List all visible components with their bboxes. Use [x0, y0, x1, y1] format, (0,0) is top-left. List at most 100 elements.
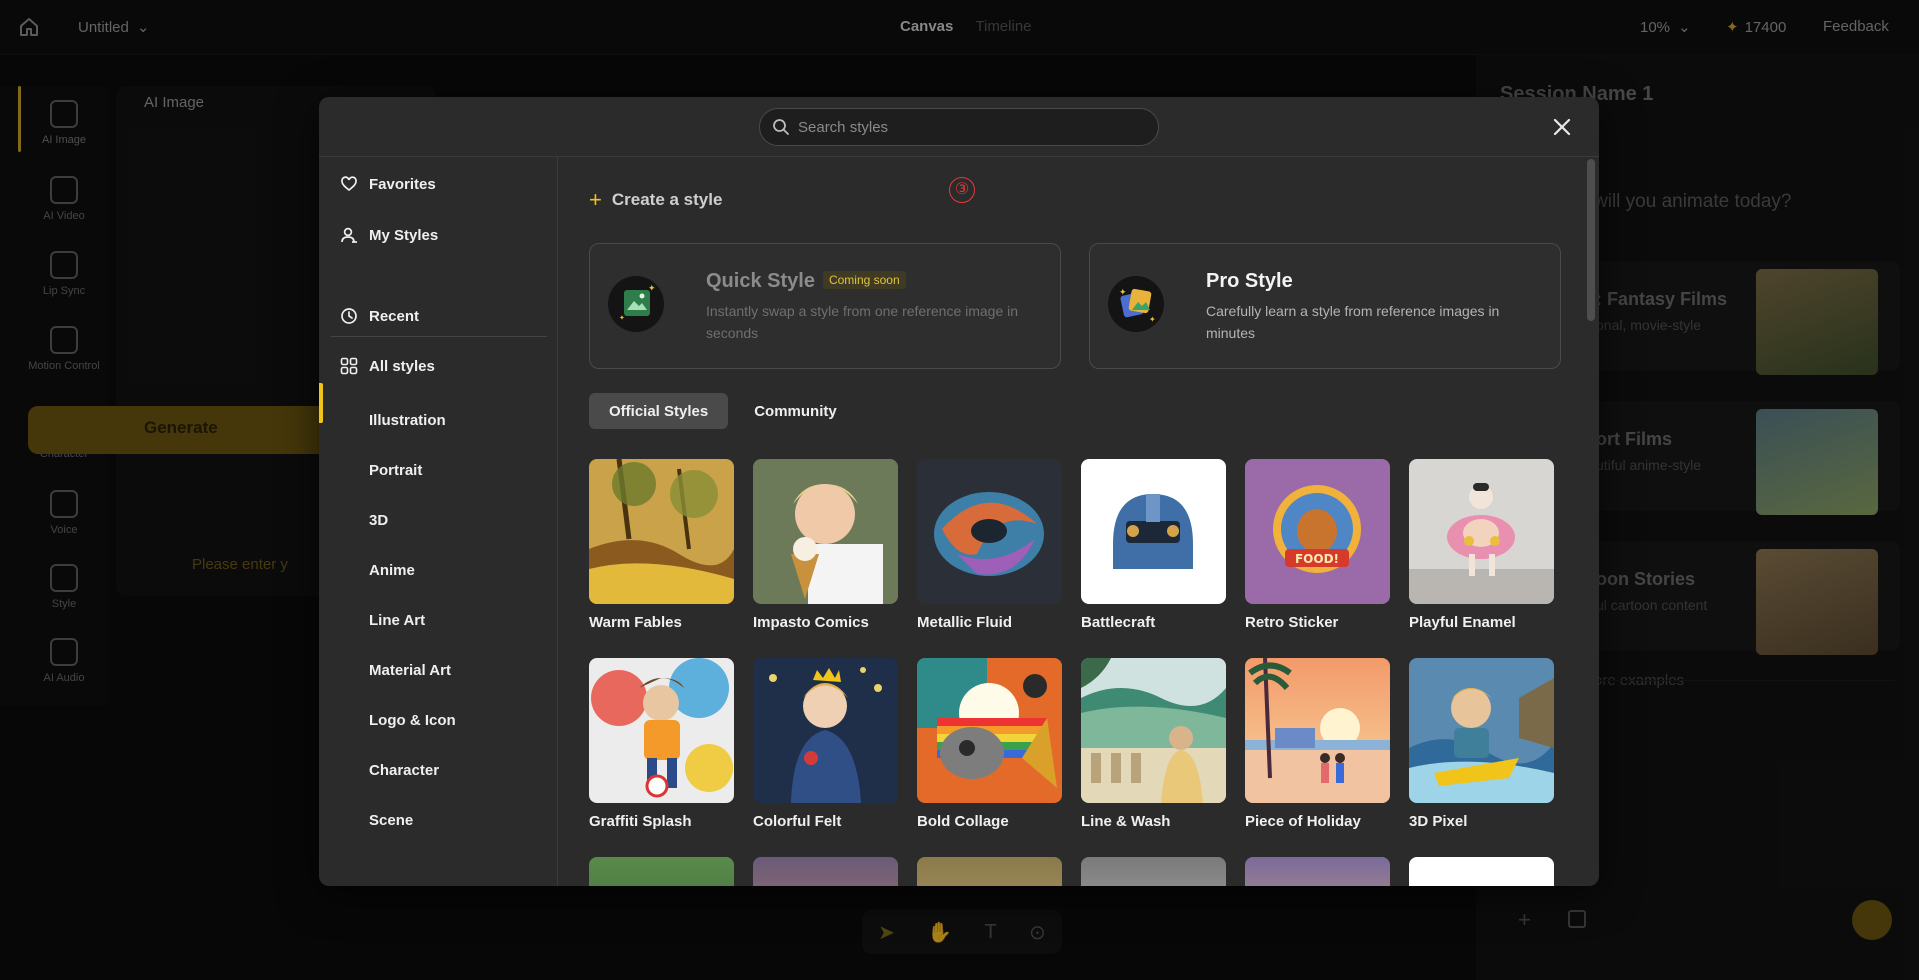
style-thumbnail [1245, 857, 1390, 886]
modal-scrollbar[interactable] [1587, 159, 1595, 321]
style-thumbnail [1409, 459, 1554, 604]
step-annotation: ③ [949, 177, 975, 203]
style-thumbnail [1081, 857, 1226, 886]
style-thumbnail [589, 658, 734, 803]
style-name: Graffiti Splash [589, 813, 692, 830]
style-source-tabs: Official Styles Community [589, 393, 857, 429]
user-icon [339, 225, 359, 245]
style-tile-graffiti-splash[interactable]: Graffiti Splash [589, 658, 734, 830]
style-thumbnail [589, 857, 734, 886]
style-thumbnail [1409, 658, 1554, 803]
pro-style-description: Carefully learn a style from reference i… [1206, 303, 1500, 341]
style-name: Colorful Felt [753, 813, 842, 830]
style-tile-retro-sticker[interactable]: FOOD! Retro Sticker [1245, 459, 1390, 631]
style-tile-3d-pixel[interactable]: 3D Pixel [1409, 658, 1554, 830]
sidebar-label: Favorites [369, 175, 436, 193]
style-tile[interactable] [1245, 857, 1390, 886]
style-tile-battlecraft[interactable]: Battlecraft [1081, 459, 1226, 631]
sidebar-item-all-styles[interactable]: All styles [339, 351, 435, 381]
clock-icon [339, 306, 359, 326]
search-input[interactable] [798, 118, 1128, 136]
tab-community[interactable]: Community [734, 393, 857, 429]
style-thumbnail [753, 857, 898, 886]
style-thumbnail [1409, 857, 1554, 886]
close-icon[interactable] [1549, 114, 1575, 140]
style-name: Impasto Comics [753, 614, 869, 631]
create-style-label: Create a style [611, 190, 723, 209]
style-name: Warm Fables [589, 614, 682, 631]
search-box[interactable] [759, 108, 1159, 146]
style-tile-warm-fables[interactable]: Warm Fables [589, 459, 734, 631]
style-tile[interactable] [1409, 857, 1554, 886]
sidebar-item-scene[interactable]: Scene [369, 812, 413, 829]
svg-text:FOOD!: FOOD! [1295, 552, 1339, 566]
style-tile-metallic-fluid[interactable]: Metallic Fluid [917, 459, 1062, 631]
style-name: Metallic Fluid [917, 614, 1013, 631]
style-name: Piece of Holiday [1245, 813, 1361, 830]
sidebar-item-logo-icon[interactable]: Logo & Icon [369, 712, 456, 729]
style-name: 3D Pixel [1409, 813, 1468, 830]
style-thumbnail [917, 658, 1062, 803]
plus-icon: + [589, 187, 602, 212]
sidebar-item-line-art[interactable]: Line Art [369, 612, 425, 629]
style-thumbnail [753, 459, 898, 604]
style-name: Bold Collage [917, 813, 1009, 830]
style-tile[interactable] [1081, 857, 1226, 886]
quick-style-card[interactable]: ✦ ✦ Quick Style Coming soon Instantly swa… [589, 243, 1061, 369]
style-thumbnail [753, 658, 898, 803]
search-icon [773, 119, 789, 135]
heart-icon [339, 174, 359, 194]
style-tile-colorful-felt[interactable]: Colorful Felt [753, 658, 898, 830]
svg-text:✦: ✦ [1119, 288, 1127, 298]
style-thumbnail: FOOD! [1245, 459, 1390, 604]
style-sidebar: Favorites My Styles Recent All styles Il… [319, 157, 558, 886]
quick-style-description: Instantly swap a style from one referenc… [706, 303, 1019, 341]
sidebar-item-3d[interactable]: 3D [369, 512, 388, 529]
style-name: Line & Wash [1081, 813, 1171, 830]
style-tile[interactable] [589, 857, 734, 886]
pro-style-title: Pro Style [1206, 270, 1293, 292]
sidebar-label: My Styles [369, 226, 439, 244]
style-name: Playful Enamel [1409, 614, 1516, 631]
sidebar-item-material-art[interactable]: Material Art [369, 662, 451, 679]
sidebar-item-my-styles[interactable]: My Styles [339, 220, 438, 250]
quick-style-title-text: Quick Style [706, 270, 815, 292]
style-tile[interactable] [753, 857, 898, 886]
sidebar-divider [331, 336, 547, 337]
modal-header [319, 97, 1599, 157]
sidebar-item-illustration[interactable]: Illustration [369, 412, 446, 429]
quick-style-icon: ✦ ✦ [608, 276, 664, 332]
create-style-button[interactable]: + Create a style [589, 187, 722, 213]
sidebar-active-indicator [319, 383, 323, 423]
style-thumbnail [917, 459, 1062, 604]
style-thumbnail [917, 857, 1062, 886]
style-tile-line-wash[interactable]: Line & Wash [1081, 658, 1226, 830]
pro-style-card[interactable]: ✦ ✦ Pro Style Carefully learn a style fr… [1089, 243, 1561, 369]
style-name: Retro Sticker [1245, 614, 1339, 631]
style-name: Battlecraft [1081, 614, 1156, 631]
sidebar-item-favorites[interactable]: Favorites [339, 169, 436, 199]
coming-soon-badge: Coming soon [822, 270, 906, 289]
svg-text:✦: ✦ [619, 314, 625, 322]
sidebar-label: Recent [369, 307, 420, 325]
style-picker-modal: Favorites My Styles Recent All styles Il… [319, 97, 1599, 886]
svg-text:✦: ✦ [1149, 315, 1156, 324]
sidebar-item-anime[interactable]: Anime [369, 562, 415, 579]
quick-style-title: Quick Style Coming soon [706, 270, 906, 293]
style-thumbnail [589, 459, 734, 604]
style-tile-impasto-comics[interactable]: Impasto Comics [753, 459, 898, 631]
pro-style-icon: ✦ ✦ [1108, 276, 1164, 332]
sidebar-item-character[interactable]: Character [369, 762, 439, 779]
sidebar-item-recent[interactable]: Recent [339, 301, 419, 331]
style-tile-bold-collage[interactable]: Bold Collage [917, 658, 1062, 830]
style-thumbnail [1081, 459, 1226, 604]
style-thumbnail [1245, 658, 1390, 803]
sidebar-label: All styles [369, 357, 435, 375]
style-content: + Create a style ③ ✦ ✦ Quick Style Coming… [559, 157, 1599, 886]
style-tile-piece-of-holiday[interactable]: Piece of Holiday [1245, 658, 1390, 830]
svg-text:✦: ✦ [648, 284, 656, 294]
style-tile[interactable] [917, 857, 1062, 886]
style-tile-playful-enamel[interactable]: Playful Enamel [1409, 459, 1554, 631]
tab-official-styles[interactable]: Official Styles [589, 393, 729, 429]
sidebar-item-portrait[interactable]: Portrait [369, 462, 422, 479]
